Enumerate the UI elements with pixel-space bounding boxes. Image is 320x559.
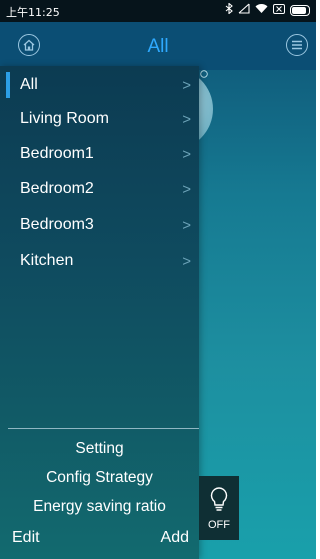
energy-saving-ratio-link[interactable]: Energy saving ratio	[0, 498, 199, 516]
wifi-icon	[255, 3, 268, 17]
battery-icon	[290, 4, 310, 16]
drawer-item-label: All	[20, 76, 38, 93]
drawer-item-label: Kitchen	[20, 252, 74, 269]
drawer-item-label: Bedroom3	[20, 216, 94, 233]
chevron-right-icon: >	[182, 253, 191, 270]
drawer-item-bedroom2[interactable]: Bedroom2 >	[0, 172, 199, 206]
chevron-right-icon: >	[182, 217, 191, 234]
menu-icon	[292, 40, 302, 50]
app-screen: 上午11:25 All All > Living Room > Bedroom1…	[0, 0, 316, 559]
page-title: All	[147, 36, 169, 57]
room-drawer: All > Living Room > Bedroom1 > Bedroom2 …	[0, 66, 199, 559]
status-time: 上午11:25	[6, 6, 60, 19]
chevron-right-icon: >	[182, 181, 191, 198]
drawer-item-label: Bedroom1	[20, 145, 94, 162]
all-off-button[interactable]: OFF	[199, 476, 239, 540]
edit-button[interactable]: Edit	[12, 529, 40, 547]
drawer-item-kitchen[interactable]: Kitchen >	[0, 244, 199, 278]
active-indicator	[6, 72, 10, 98]
drawer-item-bedroom3[interactable]: Bedroom3 >	[0, 208, 199, 242]
chevron-right-icon: >	[182, 77, 191, 94]
drawer-item-living-room[interactable]: Living Room >	[0, 102, 199, 136]
bluetooth-icon	[225, 2, 233, 17]
bulb-icon	[208, 486, 230, 517]
battery-fill	[292, 6, 307, 14]
drawer-divider	[8, 428, 199, 429]
drawer-item-label: Living Room	[20, 110, 109, 127]
drawer-item-bedroom1[interactable]: Bedroom1 >	[0, 137, 199, 171]
status-bar: 上午11:25	[0, 0, 316, 22]
drawer-item-label: Bedroom2	[20, 180, 94, 197]
background-badge-icon	[200, 70, 208, 80]
no-signal-icon	[238, 3, 250, 17]
config-strategy-link[interactable]: Config Strategy	[0, 469, 199, 487]
setting-link[interactable]: Setting	[0, 440, 199, 458]
sim-icon	[273, 3, 285, 17]
status-icons	[225, 2, 310, 17]
chevron-right-icon: >	[182, 146, 191, 163]
drawer-item-all[interactable]: All >	[0, 68, 199, 102]
off-label: OFF	[208, 519, 230, 531]
menu-button[interactable]	[286, 34, 308, 56]
chevron-right-icon: >	[182, 111, 191, 128]
add-button[interactable]: Add	[161, 529, 189, 547]
top-app-bar: All	[0, 22, 316, 70]
